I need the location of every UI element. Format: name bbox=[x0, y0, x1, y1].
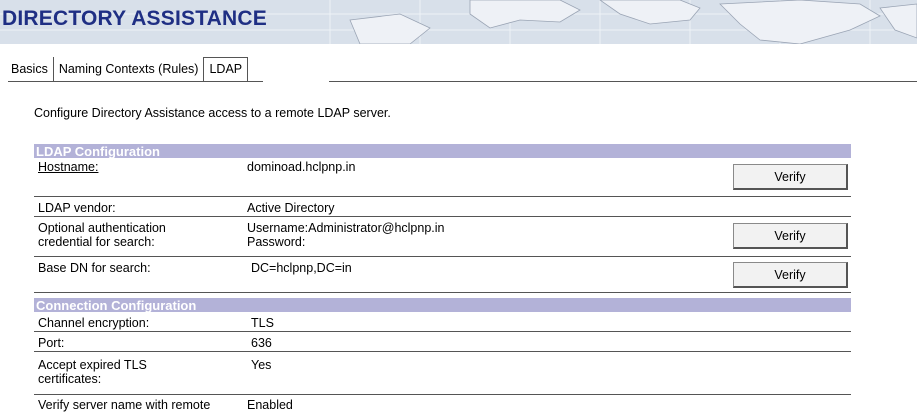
accept-expired-value: Yes bbox=[251, 358, 272, 372]
ldap-vendor-label: LDAP vendor: bbox=[38, 201, 116, 215]
verify-base-dn-button[interactable]: Verify bbox=[733, 262, 848, 288]
tab-basics[interactable]: Basics bbox=[8, 57, 54, 81]
base-dn-value: DC=hclpnp,DC=in bbox=[251, 261, 352, 275]
base-dn-label: Base DN for search: bbox=[38, 261, 151, 275]
tab-divider bbox=[8, 81, 917, 82]
port-label: Port: bbox=[38, 336, 65, 350]
port-value: 636 bbox=[251, 336, 272, 350]
tab-divider-gap bbox=[263, 81, 329, 82]
channel-encryption-label: Channel encryption: bbox=[38, 316, 150, 330]
hostname-label[interactable]: Hostname: bbox=[38, 161, 98, 174]
verify-server-name-row: Verify server name with remote Enabled bbox=[34, 395, 851, 412]
verify-server-name-value: Enabled bbox=[247, 398, 293, 412]
ldap-vendor-value: Active Directory bbox=[247, 201, 335, 215]
credential-label-line2: credential for search: bbox=[38, 235, 155, 249]
banner: DIRECTORY ASSISTANCE bbox=[0, 0, 917, 44]
tab-naming-contexts[interactable]: Naming Contexts (Rules) bbox=[54, 57, 205, 81]
connection-config-header: Connection Configuration bbox=[34, 298, 851, 313]
base-dn-row: Base DN for search: DC=hclpnp,DC=in Veri… bbox=[34, 257, 851, 293]
ldap-config-header: LDAP Configuration bbox=[34, 144, 851, 159]
port-row: Port: 636 bbox=[34, 332, 851, 352]
credential-label-line1: Optional authentication bbox=[38, 221, 166, 235]
accept-expired-label-line2: certificates: bbox=[38, 372, 102, 386]
hostname-value: dominoad.hclpnp.in bbox=[247, 160, 356, 174]
verify-credential-button[interactable]: Verify bbox=[733, 223, 848, 249]
verify-hostname-button[interactable]: Verify bbox=[733, 164, 848, 190]
accept-expired-label-line1: Accept expired TLS bbox=[38, 358, 147, 372]
password-value: Password: bbox=[247, 235, 306, 249]
verify-server-name-label: Verify server name with remote bbox=[38, 398, 211, 412]
channel-encryption-value: TLS bbox=[251, 316, 274, 330]
accept-expired-row: Accept expired TLS certificates: Yes bbox=[34, 352, 851, 395]
credential-row: Optional authentication credential for s… bbox=[34, 217, 851, 257]
channel-encryption-row: Channel encryption: TLS bbox=[34, 312, 851, 332]
username-value: Username:Administrator@hclpnp.in bbox=[247, 221, 445, 235]
tab-bar: Basics Naming Contexts (Rules) LDAP bbox=[8, 57, 249, 82]
page-description: Configure Directory Assistance access to… bbox=[34, 106, 391, 120]
hostname-row: Hostname: dominoad.hclpnp.in Verify bbox=[34, 158, 851, 197]
tab-ldap[interactable]: LDAP bbox=[203, 57, 249, 82]
ldap-vendor-row: LDAP vendor: Active Directory bbox=[34, 197, 851, 217]
page-title: DIRECTORY ASSISTANCE bbox=[2, 7, 267, 30]
